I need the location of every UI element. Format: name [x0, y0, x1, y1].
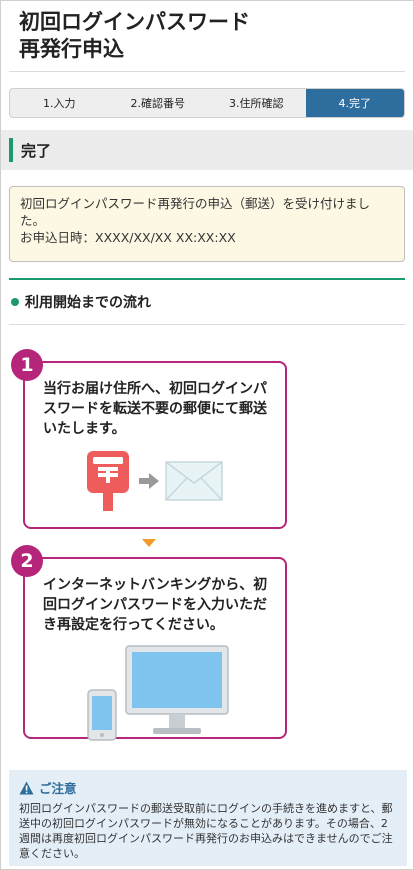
- step-complete: 4.完了: [305, 89, 404, 117]
- page-frame: 初回ログインパスワード 再発行申込 1.入力 2.確認番号 3.住所確認 4.完…: [0, 0, 414, 870]
- caution-text: 初回ログインパスワードの郵送受取前にログインの手続きを進めますと、郵送中の初回ロ…: [19, 802, 393, 860]
- warning-icon: [19, 781, 34, 794]
- step-number-badge: 1: [11, 349, 43, 381]
- flow-step-2: 2 インターネットバンキングから、初回ログインパスワードを入力いただき再設定を行…: [11, 545, 287, 741]
- title-divider: [9, 71, 405, 72]
- section-header: 完了: [1, 130, 413, 170]
- desktop-monitor-icon: [125, 645, 229, 734]
- flow-step-1: 1 当行お届け住所へ、初回ログインパスワードを転送不要の郵便にて郵送いたします。: [11, 349, 287, 529]
- step-input: 1.入力: [43, 97, 76, 110]
- flow-title: 利用開始までの流れ: [25, 295, 151, 311]
- smartphone-icon: [87, 689, 117, 741]
- arrow-right-icon: [139, 473, 159, 489]
- page-title-line2: 再発行申込: [19, 37, 124, 61]
- envelope-icon: [165, 461, 223, 501]
- flow-divider: [9, 324, 405, 325]
- page-title: 初回ログインパスワード 再発行申込: [1, 1, 413, 71]
- page-title-line1: 初回ログインパスワード: [19, 10, 250, 34]
- section-accent-bar: [9, 138, 13, 162]
- bullet-dot-icon: [11, 298, 19, 306]
- step-number-badge: 2: [11, 545, 43, 577]
- step-confirm-code: 2.確認番号: [130, 97, 186, 110]
- caution-title: ご注意: [39, 781, 77, 796]
- flow-header: 利用開始までの流れ: [9, 280, 405, 324]
- notice-datetime: お申込日時：XXXX/XX/XX XX:XX:XX: [20, 230, 236, 245]
- completion-notice: 初回ログインパスワード再発行の申込（郵送）を受け付けました。 お申込日時：XXX…: [9, 186, 405, 262]
- progress-steps: 1.入力 2.確認番号 3.住所確認 4.完了: [9, 88, 405, 118]
- step-address-check: 3.住所確認: [229, 97, 284, 110]
- caution-box: ご注意 初回ログインパスワードの郵送受取前にログインの手続きを進めますと、郵送中…: [9, 770, 407, 866]
- flow-arrow-down-icon: [142, 539, 156, 547]
- flow-step-2-text: インターネットバンキングから、初回ログインパスワードを入力いただき再設定を行って…: [43, 577, 268, 633]
- section-title: 完了: [21, 141, 52, 160]
- caution-header: ご注意: [19, 778, 397, 797]
- flow-step-1-text: 当行お届け住所へ、初回ログインパスワードを転送不要の郵便にて郵送いたします。: [43, 381, 267, 437]
- mailbox-icon: [87, 451, 129, 511]
- notice-message: 初回ログインパスワード再発行の申込（郵送）を受け付けました。: [20, 196, 371, 228]
